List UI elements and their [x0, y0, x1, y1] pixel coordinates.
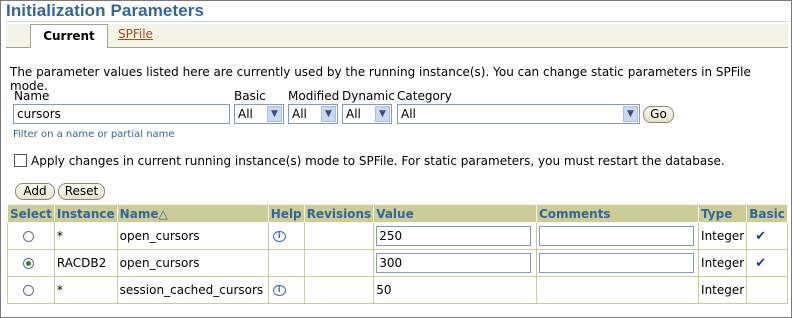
name-cell: open_cursors — [116, 222, 269, 250]
tab-current[interactable]: Current — [31, 24, 108, 48]
chevron-down-icon: ▼ — [321, 106, 336, 122]
page-title: Initialization Parameters — [6, 1, 205, 20]
instance-cell: RACDB2 — [53, 249, 118, 277]
tab-spfile[interactable]: SPFile — [118, 24, 153, 47]
col-type: Type — [698, 204, 748, 223]
basic-cell — [746, 276, 788, 304]
dynamic-select[interactable]: All ▼ — [342, 104, 392, 124]
table-row: * open_cursors i 250 Integer ✔ — [7, 222, 788, 250]
type-cell: Integer — [698, 222, 748, 250]
type-cell: Integer — [698, 276, 748, 304]
name-label: Name — [14, 89, 50, 103]
row-select-radio[interactable] — [23, 231, 34, 242]
value-input[interactable]: 250 — [376, 226, 532, 246]
category-select-value: All — [401, 107, 416, 121]
col-instance: Instance — [53, 204, 118, 223]
name-cell: session_cached_cursors — [116, 276, 269, 304]
select-cell — [7, 222, 55, 250]
title-divider — [6, 21, 788, 22]
col-help: Help — [267, 204, 305, 223]
revisions-cell — [303, 222, 375, 250]
help-cell: i — [267, 222, 305, 250]
apply-spfile-checkbox[interactable] — [14, 154, 27, 167]
row-select-radio[interactable] — [23, 285, 34, 296]
comments-cell — [535, 276, 700, 304]
value-cell: 300 — [373, 249, 537, 277]
comments-input[interactable] — [538, 226, 694, 246]
revisions-cell — [303, 249, 375, 277]
category-select[interactable]: All ▼ — [397, 104, 640, 124]
name-filter-input[interactable]: cursors — [13, 104, 230, 124]
dynamic-select-value: All — [346, 107, 361, 121]
row-select-radio[interactable] — [23, 258, 34, 269]
type-cell: Integer — [698, 249, 748, 277]
go-button[interactable]: Go — [643, 106, 674, 123]
col-comments: Comments — [535, 204, 700, 223]
select-cell — [7, 276, 55, 304]
name-cell: open_cursors — [116, 249, 269, 277]
modified-select-value: All — [292, 107, 307, 121]
comments-cell — [535, 222, 700, 250]
info-icon[interactable]: i — [272, 231, 286, 242]
parameters-table: Select Instance Name△ Help Revisions Val… — [7, 204, 788, 304]
basic-select[interactable]: All ▼ — [234, 104, 284, 124]
help-cell — [267, 249, 305, 277]
apply-spfile-label: Apply changes in current running instanc… — [31, 154, 725, 168]
add-button[interactable]: Add — [15, 183, 55, 200]
col-value: Value — [373, 204, 537, 223]
basic-cell: ✔ — [746, 249, 788, 277]
help-cell: i — [267, 276, 305, 304]
table-row: RACDB2 open_cursors 300 Integer ✔ — [7, 249, 788, 277]
value-input[interactable]: 300 — [376, 253, 532, 273]
dynamic-label: Dynamic — [342, 89, 395, 103]
basic-select-value: All — [238, 107, 253, 121]
instance-cell: * — [53, 276, 118, 304]
tab-bar: Current SPFile — [6, 24, 788, 48]
comments-cell — [535, 249, 700, 277]
chevron-down-icon: ▼ — [623, 106, 638, 122]
name-filter-hint: Filter on a name or partial name — [13, 129, 175, 140]
checkmark-icon: ✔ — [755, 255, 767, 271]
info-icon[interactable]: i — [272, 285, 286, 296]
chevron-down-icon: ▼ — [267, 106, 282, 122]
modified-select[interactable]: All ▼ — [288, 104, 338, 124]
comments-input[interactable] — [538, 253, 694, 273]
value-cell: 50 — [373, 276, 537, 304]
basic-label: Basic — [234, 89, 266, 103]
modified-label: Modified — [288, 89, 340, 103]
table-header-row: Select Instance Name△ Help Revisions Val… — [7, 204, 788, 223]
reset-button[interactable]: Reset — [58, 183, 105, 200]
basic-cell: ✔ — [746, 222, 788, 250]
instance-cell: * — [53, 222, 118, 250]
revisions-cell — [303, 276, 375, 304]
checkmark-icon: ✔ — [755, 228, 767, 244]
col-name[interactable]: Name△ — [116, 204, 269, 223]
value-cell: 250 — [373, 222, 537, 250]
tab-spacer — [6, 24, 31, 47]
select-cell — [7, 249, 55, 277]
col-select: Select — [7, 204, 55, 223]
table-row: * session_cached_cursors i 50 Integer — [7, 276, 788, 304]
col-revisions: Revisions — [303, 204, 375, 223]
col-basic: Basic — [746, 204, 788, 223]
category-label: Category — [397, 89, 452, 103]
chevron-down-icon: ▼ — [375, 106, 390, 122]
